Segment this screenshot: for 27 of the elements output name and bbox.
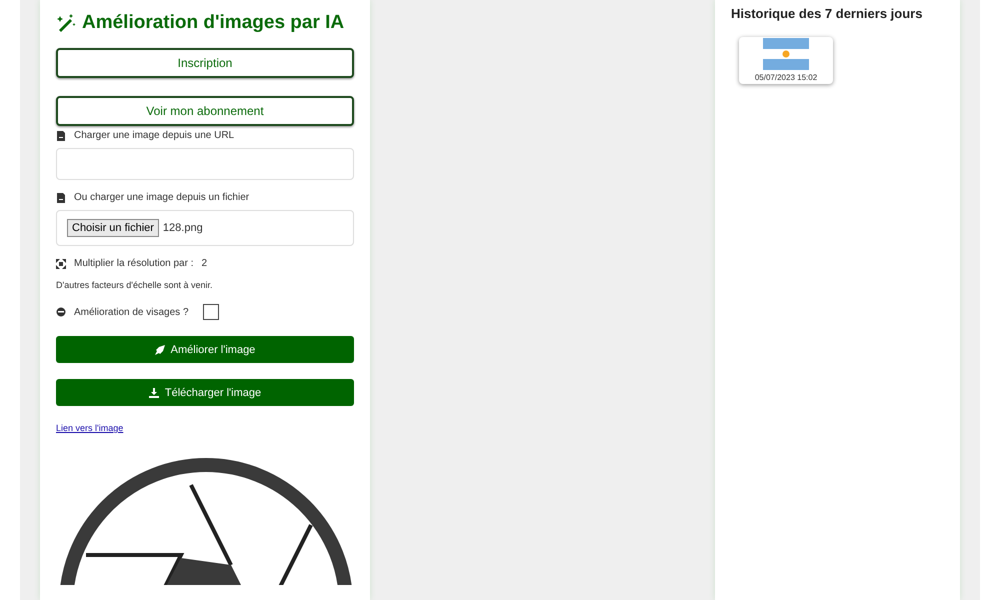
- scale-value: 2: [202, 258, 208, 269]
- history-card[interactable]: 05/07/2023 15:02: [739, 37, 833, 84]
- file-icon: [56, 192, 66, 202]
- page-title: Amélioration d'images par IA: [56, 12, 354, 34]
- flag-thumbnail: [763, 38, 809, 70]
- field-label: Ou charger une image depuis un fichier: [74, 192, 250, 203]
- choose-file-button[interactable]: Choisir un fichier: [67, 219, 159, 237]
- url-input-field[interactable]: [56, 148, 354, 180]
- file-name: 128.png: [162, 222, 203, 234]
- magic-wand-icon: [56, 14, 76, 32]
- expand-icon: [56, 258, 66, 268]
- download-button[interactable]: Télécharger l'image: [56, 379, 354, 406]
- history-date: 05/07/2023 15:02: [754, 72, 818, 84]
- scale-note: D'autres facteurs d'échelle sont à venir.: [56, 280, 214, 290]
- outline-button[interactable]: Voir mon abonnement: [56, 96, 354, 126]
- file-input-field[interactable]: Choisir un fichier 128.png: [56, 210, 354, 246]
- image-link[interactable]: Lien vers l'image: [56, 423, 354, 433]
- file-icon: [56, 130, 66, 140]
- face-enhance-label: Amélioration de visages ?: [74, 306, 189, 318]
- improve-button[interactable]: Améliorer l'image: [56, 336, 354, 363]
- download-icon: [148, 388, 159, 398]
- face-icon: [56, 307, 66, 317]
- scale-label: Multiplier la résolution par :: [74, 258, 194, 269]
- outline-button[interactable]: Inscription: [56, 48, 354, 78]
- face-enhance-checkbox[interactable]: [202, 304, 219, 320]
- field-label: Charger une image depuis une URL: [74, 130, 234, 141]
- history-title: Historique des 7 derniers jours: [731, 6, 924, 21]
